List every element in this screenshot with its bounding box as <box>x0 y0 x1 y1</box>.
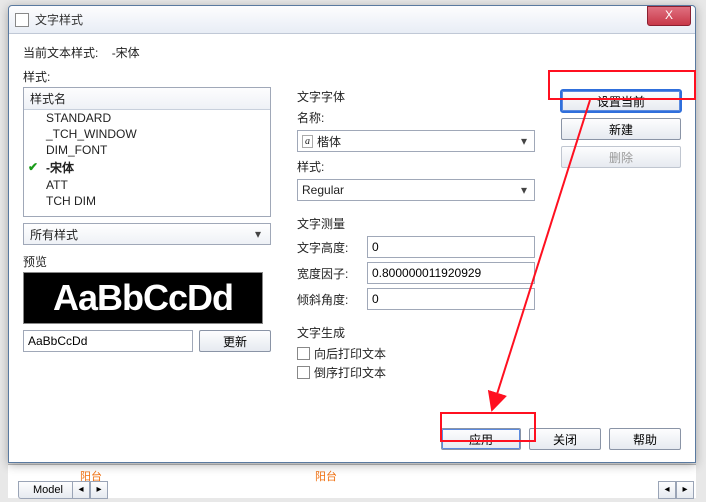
close-button[interactable]: X <box>647 6 691 26</box>
new-button[interactable]: 新建 <box>561 118 681 140</box>
width-label: 宽度因子: <box>297 265 367 282</box>
reverse-checkbox-row[interactable]: 倒序打印文本 <box>297 364 535 381</box>
help-button[interactable]: 帮助 <box>609 428 681 450</box>
chevron-down-icon: ▾ <box>516 134 532 148</box>
list-item-label: TCH DIM <box>46 194 96 208</box>
font-name-label: 名称: <box>297 109 367 126</box>
styles-listbox[interactable]: 样式名 STANDARD _TCH_WINDOW DIM_FONT ✔ -宋体 ATT TC… <box>23 87 271 217</box>
list-item[interactable]: ATT <box>24 177 270 193</box>
dialog-title: 文字样式 <box>35 11 83 28</box>
gen-section: 文字生成 <box>297 324 535 341</box>
styles-label: 样式: <box>23 68 271 85</box>
titlebar[interactable]: 文字样式 X <box>9 6 695 34</box>
font-style-label: 样式: <box>297 158 367 175</box>
font-style-dropdown[interactable]: Regular ▾ <box>297 179 535 201</box>
update-button[interactable]: 更新 <box>199 330 271 352</box>
width-input[interactable] <box>367 262 535 284</box>
backward-label: 向后打印文本 <box>314 345 386 362</box>
list-item-label: DIM_FONT <box>46 143 107 157</box>
list-item-label: _TCH_WINDOW <box>46 127 137 141</box>
list-item[interactable]: DIM_FONT <box>24 142 270 158</box>
reverse-label: 倒序打印文本 <box>314 364 386 381</box>
chevron-right-icon[interactable]: ▸ <box>676 481 694 499</box>
font-style-value: Regular <box>302 183 516 197</box>
model-tab[interactable]: Model <box>18 481 78 499</box>
checkbox-icon[interactable] <box>297 347 310 360</box>
font-glyph-icon: a <box>302 135 313 148</box>
chevron-left-icon[interactable]: ◂ <box>658 481 676 499</box>
height-input[interactable] <box>367 236 535 258</box>
backward-checkbox-row[interactable]: 向后打印文本 <box>297 345 535 362</box>
height-label: 文字高度: <box>297 239 367 256</box>
current-style-value: -宋体 <box>112 46 140 60</box>
list-item[interactable]: TCH DIM <box>24 193 270 209</box>
list-item[interactable]: STANDARD <box>24 110 270 126</box>
preview-label: 预览 <box>23 253 271 270</box>
close-dialog-button[interactable]: 关闭 <box>529 428 601 450</box>
oblique-label: 倾斜角度: <box>297 291 367 308</box>
list-item-label: STANDARD <box>46 111 111 125</box>
chevron-down-icon: ▾ <box>516 183 532 197</box>
preview-image: AaBbCcDd <box>23 272 263 324</box>
oblique-input[interactable] <box>367 288 535 310</box>
list-item[interactable]: _TCH_WINDOW <box>24 126 270 142</box>
measure-section: 文字测量 <box>297 215 535 232</box>
delete-button: 删除 <box>561 146 681 168</box>
tab-nav-right[interactable]: ◂▸ <box>72 481 108 499</box>
preview-input[interactable] <box>23 330 193 352</box>
check-icon: ✔ <box>28 160 38 174</box>
chevron-right-icon[interactable]: ▸ <box>90 481 108 499</box>
current-style-line: 当前文本样式: -宋体 <box>23 44 681 61</box>
chevron-down-icon: ▾ <box>250 227 266 241</box>
list-item[interactable]: ✔ -宋体 <box>24 158 270 177</box>
chevron-left-icon[interactable]: ◂ <box>72 481 90 499</box>
tab-nav-far[interactable]: ◂▸ <box>658 481 694 499</box>
list-item-label: ATT <box>46 178 68 192</box>
filter-value: 所有样式 <box>30 226 78 243</box>
bg-text-2: 阳台 <box>315 468 337 484</box>
list-item-label: -宋体 <box>46 161 74 175</box>
checkbox-icon[interactable] <box>297 366 310 379</box>
background-strip <box>8 464 696 498</box>
font-section: 文字字体 <box>297 88 535 105</box>
apply-button[interactable]: 应用 <box>441 428 521 450</box>
text-style-dialog: 文字样式 X 当前文本样式: -宋体 样式: 样式名 STANDARD _TCH_… <box>8 5 696 463</box>
close-icon: X <box>665 8 673 22</box>
font-name-value: 楷体 <box>317 133 516 150</box>
styles-header[interactable]: 样式名 <box>24 88 270 110</box>
app-icon <box>15 13 29 27</box>
filter-dropdown[interactable]: 所有样式 ▾ <box>23 223 271 245</box>
set-current-button[interactable]: 设置当前 <box>561 90 681 112</box>
current-style-label: 当前文本样式: <box>23 46 98 60</box>
font-name-dropdown[interactable]: a 楷体 ▾ <box>297 130 535 152</box>
